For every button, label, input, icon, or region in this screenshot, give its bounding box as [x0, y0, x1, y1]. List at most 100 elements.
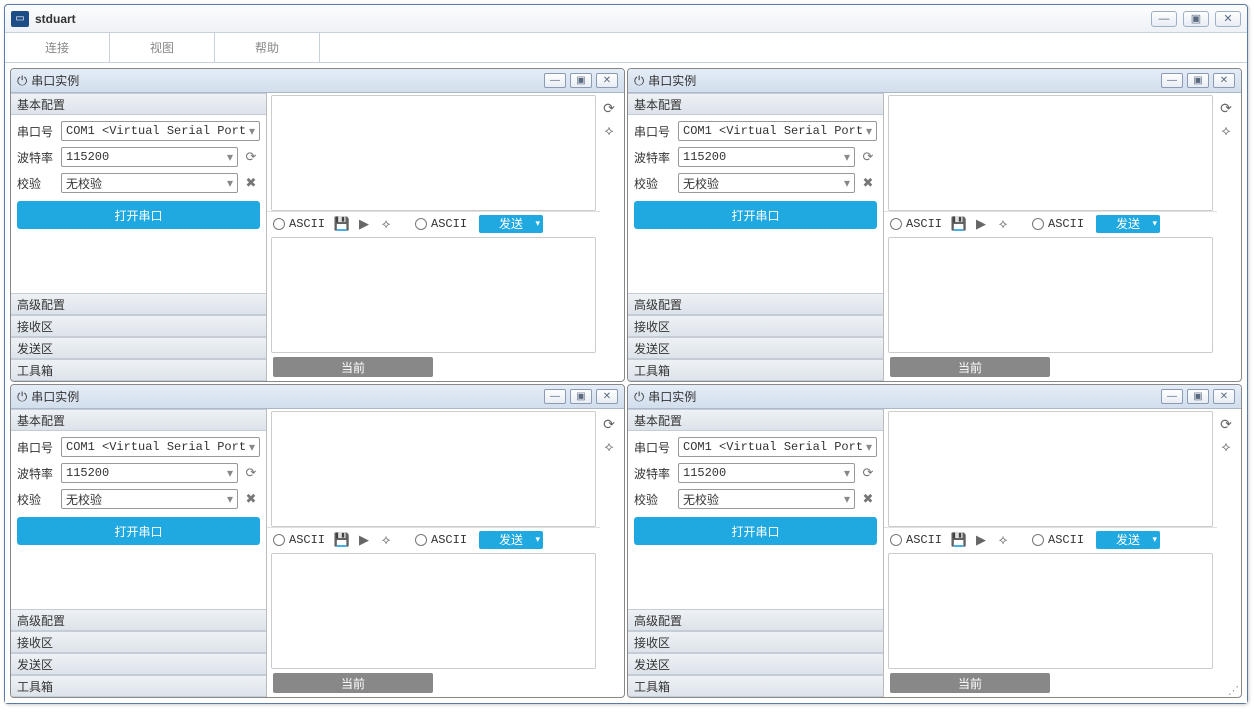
options-icon[interactable]: ⟡ — [1217, 437, 1235, 455]
refresh-icon[interactable]: ⟳ — [242, 464, 260, 482]
refresh-output-icon[interactable]: ⟳ — [1217, 415, 1235, 433]
output-area[interactable] — [271, 95, 596, 211]
save-icon[interactable]: 💾 — [333, 531, 351, 549]
output-area[interactable] — [888, 411, 1213, 527]
panel-close-button[interactable]: ✕ — [1213, 389, 1235, 404]
output-area[interactable] — [271, 411, 596, 527]
panel-minimize-button[interactable]: — — [544, 389, 566, 404]
maximize-button[interactable]: ▣ — [1183, 11, 1209, 27]
section-recv[interactable]: 接收区 — [628, 631, 883, 653]
menu-help[interactable]: 帮助 — [215, 33, 320, 62]
panel-close-button[interactable]: ✕ — [596, 73, 618, 88]
section-toolbox[interactable]: 工具箱 — [628, 359, 883, 381]
baud-select[interactable]: 115200 — [61, 147, 238, 167]
panel-close-button[interactable]: ✕ — [1213, 73, 1235, 88]
clear-icon[interactable]: ⟡ — [377, 531, 395, 549]
refresh-output-icon[interactable]: ⟳ — [600, 415, 618, 433]
ascii-radio-1[interactable] — [890, 218, 902, 230]
ascii-radio-2[interactable] — [415, 534, 427, 546]
send-button[interactable]: 发送 — [1096, 531, 1160, 549]
section-basic[interactable]: 基本配置 — [11, 93, 266, 115]
panel-close-button[interactable]: ✕ — [596, 389, 618, 404]
refresh-icon[interactable]: ⟳ — [242, 148, 260, 166]
menu-connect[interactable]: 连接 — [5, 33, 110, 62]
resize-grip[interactable]: ⋰ — [1228, 684, 1239, 697]
section-recv[interactable]: 接收区 — [628, 315, 883, 337]
clear-icon[interactable]: ⟡ — [377, 215, 395, 233]
section-send[interactable]: 发送区 — [11, 337, 266, 359]
section-toolbox[interactable]: 工具箱 — [11, 675, 266, 697]
refresh-icon[interactable]: ⟳ — [859, 148, 877, 166]
ascii-radio-1[interactable] — [273, 534, 285, 546]
parity-select[interactable]: 无校验 — [678, 173, 855, 193]
input-area[interactable] — [888, 237, 1213, 353]
port-select[interactable]: COM1 <Virtual Serial Port — [678, 437, 877, 457]
clear-icon[interactable]: ⟡ — [994, 531, 1012, 549]
play-icon[interactable]: ▶ — [972, 531, 990, 549]
settings-icon[interactable]: ✖ — [242, 490, 260, 508]
current-button[interactable]: 当前 — [890, 673, 1050, 693]
menu-view[interactable]: 视图 — [110, 33, 215, 62]
save-icon[interactable]: 💾 — [950, 215, 968, 233]
port-select[interactable]: COM1 <Virtual Serial Port — [61, 437, 260, 457]
save-icon[interactable]: 💾 — [950, 531, 968, 549]
section-recv[interactable]: 接收区 — [11, 631, 266, 653]
section-basic[interactable]: 基本配置 — [628, 93, 883, 115]
send-button[interactable]: 发送 — [1096, 215, 1160, 233]
panel-maximize-button[interactable]: ▣ — [570, 389, 592, 404]
input-area[interactable] — [271, 237, 596, 353]
ascii-radio-2[interactable] — [1032, 218, 1044, 230]
parity-select[interactable]: 无校验 — [61, 489, 238, 509]
baud-select[interactable]: 115200 — [678, 147, 855, 167]
section-advanced[interactable]: 高级配置 — [628, 293, 883, 315]
panel-maximize-button[interactable]: ▣ — [570, 73, 592, 88]
clear-icon[interactable]: ⟡ — [994, 215, 1012, 233]
ascii-radio-2[interactable] — [415, 218, 427, 230]
parity-select[interactable]: 无校验 — [678, 489, 855, 509]
current-button[interactable]: 当前 — [890, 357, 1050, 377]
settings-icon[interactable]: ✖ — [859, 174, 877, 192]
refresh-output-icon[interactable]: ⟳ — [600, 99, 618, 117]
play-icon[interactable]: ▶ — [355, 215, 373, 233]
panel-maximize-button[interactable]: ▣ — [1187, 389, 1209, 404]
panel-maximize-button[interactable]: ▣ — [1187, 73, 1209, 88]
panel-minimize-button[interactable]: — — [1161, 389, 1183, 404]
ascii-radio-2[interactable] — [1032, 534, 1044, 546]
section-basic[interactable]: 基本配置 — [11, 409, 266, 431]
port-select[interactable]: COM1 <Virtual Serial Port — [61, 121, 260, 141]
current-button[interactable]: 当前 — [273, 673, 433, 693]
section-advanced[interactable]: 高级配置 — [11, 609, 266, 631]
open-port-button[interactable]: 打开串口 — [634, 517, 877, 545]
play-icon[interactable]: ▶ — [972, 215, 990, 233]
section-toolbox[interactable]: 工具箱 — [628, 675, 883, 697]
section-recv[interactable]: 接收区 — [11, 315, 266, 337]
port-select[interactable]: COM1 <Virtual Serial Port — [678, 121, 877, 141]
settings-icon[interactable]: ✖ — [859, 490, 877, 508]
open-port-button[interactable]: 打开串口 — [17, 517, 260, 545]
options-icon[interactable]: ⟡ — [600, 121, 618, 139]
section-advanced[interactable]: 高级配置 — [11, 293, 266, 315]
close-button[interactable]: ✕ — [1215, 11, 1241, 27]
options-icon[interactable]: ⟡ — [1217, 121, 1235, 139]
settings-icon[interactable]: ✖ — [242, 174, 260, 192]
save-icon[interactable]: 💾 — [333, 215, 351, 233]
section-send[interactable]: 发送区 — [628, 653, 883, 675]
section-basic[interactable]: 基本配置 — [628, 409, 883, 431]
baud-select[interactable]: 115200 — [61, 463, 238, 483]
ascii-radio-1[interactable] — [890, 534, 902, 546]
open-port-button[interactable]: 打开串口 — [17, 201, 260, 229]
input-area[interactable] — [888, 553, 1213, 669]
panel-minimize-button[interactable]: — — [1161, 73, 1183, 88]
send-button[interactable]: 发送 — [479, 531, 543, 549]
play-icon[interactable]: ▶ — [355, 531, 373, 549]
open-port-button[interactable]: 打开串口 — [634, 201, 877, 229]
parity-select[interactable]: 无校验 — [61, 173, 238, 193]
send-button[interactable]: 发送 — [479, 215, 543, 233]
output-area[interactable] — [888, 95, 1213, 211]
section-toolbox[interactable]: 工具箱 — [11, 359, 266, 381]
current-button[interactable]: 当前 — [273, 357, 433, 377]
section-send[interactable]: 发送区 — [11, 653, 266, 675]
section-advanced[interactable]: 高级配置 — [628, 609, 883, 631]
section-send[interactable]: 发送区 — [628, 337, 883, 359]
refresh-output-icon[interactable]: ⟳ — [1217, 99, 1235, 117]
